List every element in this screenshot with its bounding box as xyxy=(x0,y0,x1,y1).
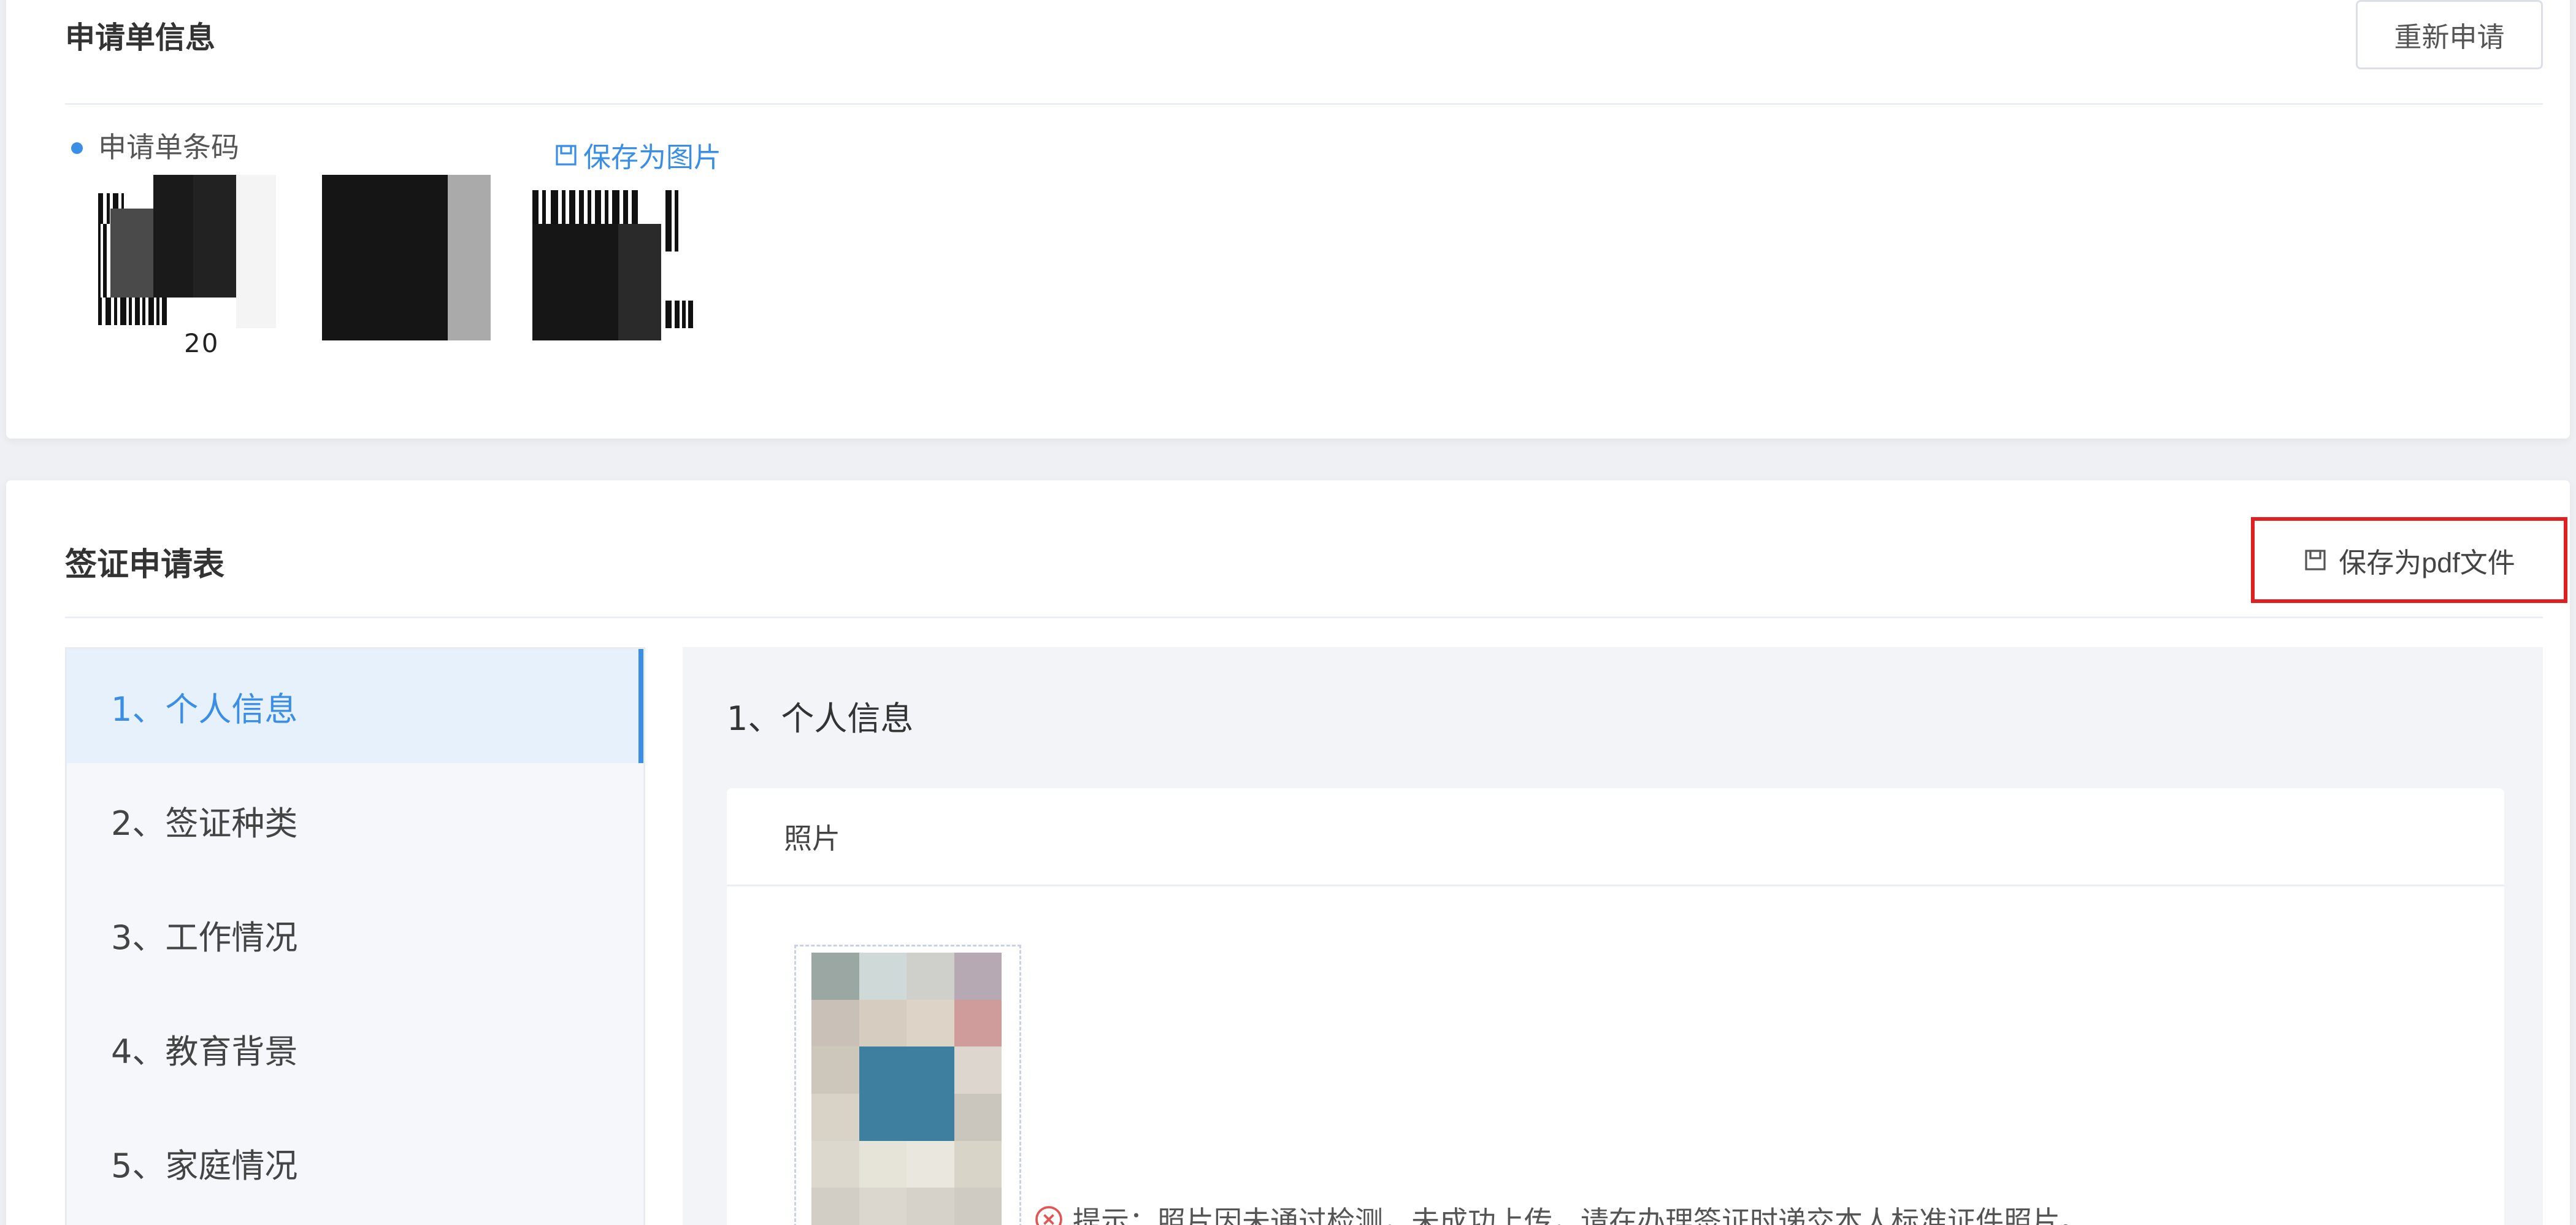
bullet-dot xyxy=(71,142,83,154)
photo-card-header: 照片 xyxy=(727,788,2504,886)
nav-item-family[interactable]: 5、家庭情况 xyxy=(67,1105,643,1219)
application-info-card: 申请单信息 重新申请 申请单条码 保存为图片 20 xyxy=(6,0,2570,439)
reapply-button[interactable]: 重新申请 xyxy=(2356,0,2543,69)
photo-card: 照片 提示：照片因未通过检测，未成功上传，请在办理签证时递交本人标准证件照片。 xyxy=(727,788,2504,1225)
application-info-title: 申请单信息 xyxy=(65,20,216,55)
divider xyxy=(65,616,2543,618)
form-section-nav: 1、个人信息 2、签证种类 3、工作情况 4、教育背景 5、家庭情况 xyxy=(65,647,645,1225)
visa-form-card: 签证申请表 保存为pdf文件 1、个人信息 2、签证种类 3、工作情况 4、教育… xyxy=(6,480,2570,1225)
photo-upload-preview[interactable] xyxy=(794,945,1021,1225)
nav-item-personal-info[interactable]: 1、个人信息 xyxy=(67,649,643,763)
nav-item-work[interactable]: 3、工作情况 xyxy=(67,877,643,991)
save-as-image-label: 保存为图片 xyxy=(583,141,722,174)
nav-item-education[interactable]: 4、教育背景 xyxy=(67,991,643,1105)
save-pdf-label: 保存为pdf文件 xyxy=(2339,547,2515,578)
form-content-panel: 1、个人信息 照片 提示：照片因未通过检测，未成功上传，请在办理签证时递交本人标… xyxy=(683,647,2543,1225)
save-icon xyxy=(556,144,577,166)
barcode-label: 申请单条码 xyxy=(98,131,239,164)
visa-form-title: 签证申请表 xyxy=(65,547,225,583)
save-pdf-button[interactable]: 保存为pdf文件 xyxy=(2251,517,2567,603)
hint-text: 提示：照片因未通过检测，未成功上传，请在办理签证时递交本人标准证件照片。 xyxy=(1073,1205,2088,1225)
photo-thumbnail xyxy=(811,953,1002,1225)
save-icon xyxy=(2305,550,2326,570)
close-circle-icon xyxy=(1035,1206,1062,1225)
section-title: 1、个人信息 xyxy=(727,699,914,738)
photo-upload-hint: 提示：照片因未通过检测，未成功上传，请在办理签证时递交本人标准证件照片。 xyxy=(1033,1199,2088,1225)
nav-item-visa-type[interactable]: 2、签证种类 xyxy=(67,763,643,877)
barcode-number: 20 xyxy=(184,328,220,358)
save-as-image-link[interactable]: 保存为图片 xyxy=(554,135,721,175)
divider xyxy=(65,103,2543,105)
